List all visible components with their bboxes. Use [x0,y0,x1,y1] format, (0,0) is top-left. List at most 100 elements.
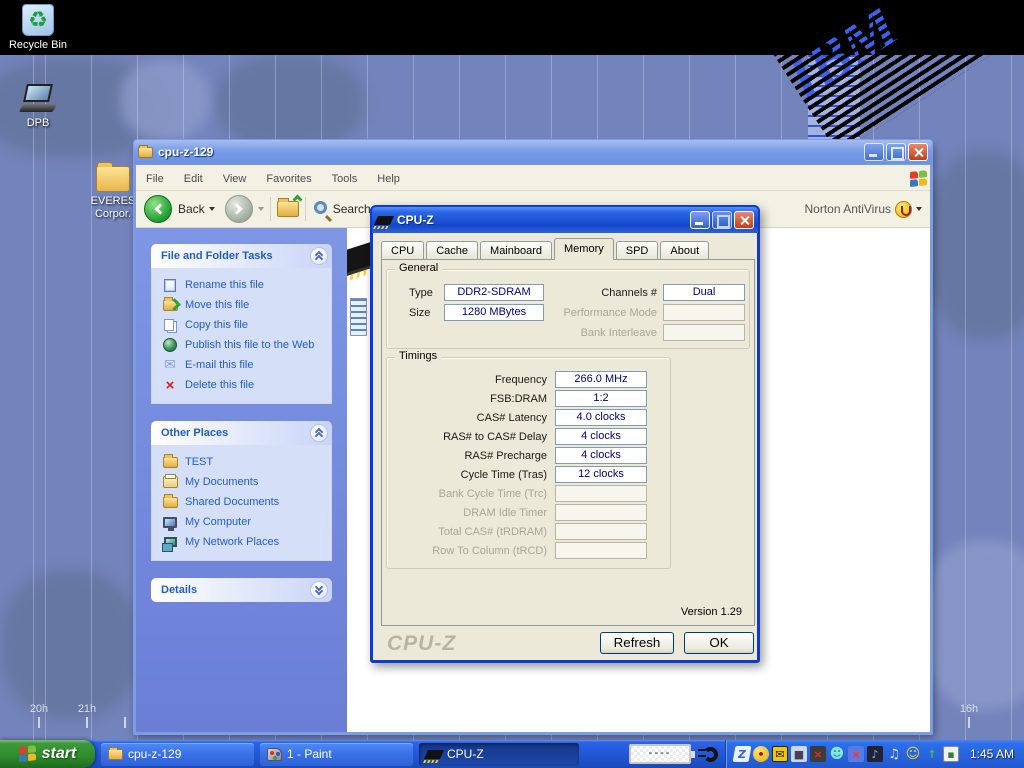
mail-alert-tray-icon[interactable]: ✉ [772,746,788,762]
task-publish-file[interactable]: Publish this file to the Web [162,335,325,355]
task-rename-file[interactable]: Rename this file [162,275,325,295]
desktop-icon-dpb[interactable]: DPB [0,84,76,130]
search-button[interactable]: Search [333,202,371,216]
taskbar-clock[interactable]: 1:45 AM [970,747,1014,761]
field-label: Performance Mode [555,307,657,319]
battery-meter-icon[interactable]: ---- [629,744,691,764]
menu-favorites[interactable]: Favorites [256,173,321,185]
network-status-tray-icon[interactable]: ■ [791,746,807,762]
paint-icon [267,748,282,761]
task-email-file[interactable]: ✉E-mail this file [162,355,325,375]
globe-icon [163,338,177,352]
taskbar-task-paint[interactable]: 1 - Paint [260,743,413,766]
move-icon [163,300,178,311]
norton-antivirus-icon[interactable] [895,201,912,218]
network-disconnected-tray-icon[interactable]: × [848,746,864,762]
start-label: start [42,745,77,763]
menu-help[interactable]: Help [367,173,410,185]
field-label: CAS# Latency [387,412,547,424]
display-settings-tray-icon[interactable]: ▪ [943,746,959,762]
expand-chevron-icon[interactable] [310,581,328,599]
updates-tray-icon[interactable]: ↑ [924,746,940,762]
close-button[interactable] [908,143,928,161]
tab-mainboard[interactable]: Mainboard [480,241,552,260]
back-dropdown-icon[interactable] [209,207,215,211]
network-icon [164,537,177,547]
explorer-window-title: cpu-z-129 [158,145,864,159]
ghost-utility-tray-icon[interactable]: ☺ [905,746,921,762]
explorer-titlebar[interactable]: cpu-z-129 [133,139,933,165]
cycle-time-value: 12 clocks [555,466,647,483]
tab-about[interactable]: About [660,241,709,260]
minimize-button[interactable] [864,143,884,161]
up-folder-button[interactable] [277,201,299,217]
task-copy-file[interactable]: Copy this file [162,315,325,335]
toolbar-separator [270,197,271,221]
collapse-chevron-icon[interactable] [310,424,328,442]
norton-antivirus-label[interactable]: Norton AntiVirus [805,202,892,216]
menu-tools[interactable]: Tools [322,173,368,185]
messenger-offline-tray-icon[interactable]: ☻ [829,746,845,762]
audio-device-tray-icon[interactable]: ♫ [886,746,902,762]
task-label: 1 - Paint [287,747,332,761]
forward-arrow-icon [232,203,243,214]
menu-edit[interactable]: Edit [174,173,213,185]
tab-cpu[interactable]: CPU [381,241,424,260]
collapse-chevron-icon[interactable] [310,247,328,265]
group-title: General [395,262,442,274]
norton-dropdown-icon[interactable] [916,207,922,211]
field-label: Channels # [585,287,657,299]
recycle-bin-icon: ♻ [22,4,54,36]
file-icon[interactable] [350,298,367,336]
minimize-button[interactable] [690,211,710,229]
norton-tray-icon[interactable]: • [753,746,769,762]
place-my-computer[interactable]: My Computer [162,512,325,532]
task-delete-file[interactable]: ×Delete this file [162,375,325,395]
folder-icon [108,749,123,760]
place-my-network[interactable]: My Network Places [162,532,325,552]
task-move-file[interactable]: Move this file [162,295,325,315]
menu-file[interactable]: File [136,173,174,185]
power-plug-icon[interactable] [703,747,718,762]
start-button[interactable]: start [0,740,95,768]
back-label[interactable]: Back [178,202,205,216]
panel-header[interactable]: Other Places [151,421,332,445]
maximize-button[interactable] [886,143,906,161]
bank-cycle-time-value [555,485,647,502]
place-test[interactable]: TEST [162,452,325,472]
timezone-label: 21h [70,703,104,715]
cpuz-titlebar[interactable]: CPU-Z [372,207,758,233]
panel-title: Other Places [161,427,310,439]
desktop-icon-recycle-bin[interactable]: ♻ Recycle Bin [0,4,76,52]
forward-button[interactable] [225,195,253,223]
refresh-button[interactable]: Refresh [600,632,674,654]
ok-button[interactable]: OK [684,632,754,654]
panel-header[interactable]: File and Folder Tasks [151,244,332,268]
panel-title: File and Folder Tasks [161,250,310,262]
close-button[interactable] [734,211,754,229]
memory-size-value: 1280 MBytes [444,304,544,321]
fsb-dram-value: 1:2 [555,390,647,407]
tab-memory[interactable]: Memory [554,238,614,260]
details-panel: Details [151,578,332,602]
taskbar-task-cpuz[interactable]: CPU-Z [419,743,579,766]
tab-spd[interactable]: SPD [616,241,659,260]
graphics-driver-tray-icon[interactable]: Z [733,746,752,762]
taskbar-task-explorer[interactable]: cpu-z-129 [101,743,254,766]
field-label: FSB:DRAM [387,393,547,405]
explorer-sidebar: File and Folder Tasks Rename this file M… [136,228,347,732]
menu-view[interactable]: View [213,173,257,185]
desktop-icon-label: DPB [0,117,76,130]
back-button[interactable] [144,195,172,223]
tab-cache[interactable]: Cache [426,241,478,260]
windows-logo-icon [19,745,37,763]
maximize-button[interactable] [712,211,732,229]
forward-dropdown-icon[interactable] [258,207,264,211]
place-my-documents[interactable]: My Documents [162,472,325,492]
group-title: Timings [395,350,441,362]
taskbar: start cpu-z-129 1 - Paint CPU-Z ---- Z •… [0,740,1024,768]
volume-tray-icon[interactable]: ♪ [867,746,883,762]
av-disabled-tray-icon[interactable]: × [810,746,826,762]
place-shared-documents[interactable]: Shared Documents [162,492,325,512]
panel-header[interactable]: Details [151,578,332,602]
